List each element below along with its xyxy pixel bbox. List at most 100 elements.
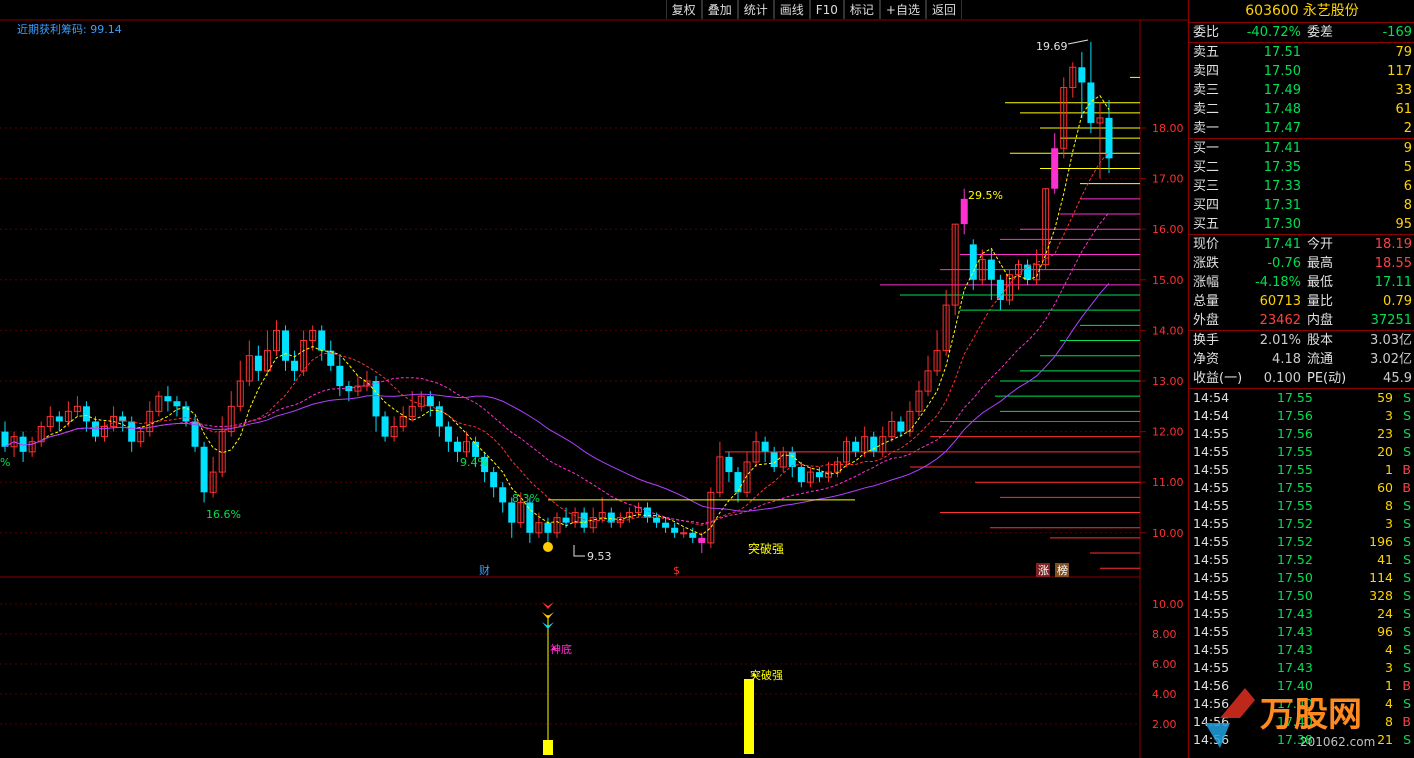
tick-volume: 24 (1377, 606, 1393, 621)
statistics-button[interactable]: 统计 (737, 0, 774, 19)
candle-body (960, 198, 968, 225)
level-price: 17.41 (1263, 141, 1301, 156)
tick-direction: S (1403, 390, 1411, 405)
tick-time: 14:55 (1193, 426, 1230, 441)
price-axis-label: 14.00 (1152, 324, 1184, 337)
level-label: 买五 (1193, 217, 1220, 232)
tick-volume: 59 (1377, 390, 1393, 405)
high-price-label: 19.69 (1036, 40, 1068, 53)
tick-direction: S (1403, 426, 1411, 441)
percent-label: 9.4% (460, 456, 488, 469)
level-label: 买一 (1193, 141, 1220, 156)
fundamental-value-2: 3.02亿 (1370, 352, 1412, 367)
level-volume: 33 (1395, 83, 1412, 98)
level-price: 17.47 (1263, 121, 1301, 136)
fundamental-row: 收益(一) 0.100 PE(动) 45.9 (1189, 369, 1414, 388)
fundamental-value-2: 3.03亿 (1370, 333, 1412, 348)
candle-body (381, 416, 389, 437)
candle-body (852, 441, 860, 452)
candle-body (1024, 264, 1032, 280)
tick-time: 14:54 (1193, 390, 1230, 405)
candle-body (336, 365, 344, 387)
tick-row: 14:55 17.52 196 S (1189, 533, 1414, 551)
tick-row: 14:55 17.43 3 S (1189, 659, 1414, 677)
tick-price: 17.55 (1277, 480, 1313, 495)
dividend-marker: $ (673, 564, 680, 577)
candle-body (996, 279, 1004, 301)
level-volume: 79 (1395, 45, 1412, 60)
wei-bi-label: 委比 (1193, 25, 1220, 40)
draw-line-button[interactable]: 画线 (773, 0, 810, 19)
tick-direction: S (1403, 516, 1411, 531)
ask-row: 卖一 17.47 2 (1189, 119, 1414, 138)
watermark: 万股网 201062.com (1205, 688, 1375, 749)
tick-price: 17.50 (1277, 588, 1313, 603)
candle-body (987, 259, 995, 280)
tick-price: 17.55 (1277, 390, 1313, 405)
tick-price: 17.56 (1277, 408, 1313, 423)
tick-direction: S (1403, 552, 1411, 567)
candle-body (182, 406, 190, 422)
quote-label: 现价 (1193, 237, 1220, 252)
candle-body (55, 416, 63, 422)
candle-body (761, 441, 769, 452)
level-price: 17.51 (1263, 45, 1301, 60)
bid-row: 买五 17.30 95 (1189, 215, 1414, 234)
quote-value: -4.18% (1255, 275, 1301, 290)
tick-time: 14:55 (1193, 480, 1230, 495)
percent-label: 16.6% (206, 508, 241, 521)
ask-row: 卖二 17.48 61 (1189, 100, 1414, 119)
tick-volume: 114 (1369, 570, 1393, 585)
ask-section: 卖五 17.51 79 卖四 17.50 117 卖三 17.49 33 卖二 17.48 61 卖一 1… (1189, 43, 1414, 139)
tick-volume: 1 (1385, 462, 1393, 477)
candle-body (734, 472, 742, 493)
fundamental-label: 净资 (1193, 352, 1220, 367)
fundamental-label-2: 流通 (1307, 352, 1334, 367)
tick-direction: S (1403, 534, 1411, 549)
candle-body (544, 522, 552, 533)
tick-volume: 60 (1377, 480, 1393, 495)
overlay-button[interactable]: 叠加 (701, 0, 738, 19)
tick-time: 14:55 (1193, 552, 1230, 567)
sub-axis-label: 10.00 (1152, 598, 1184, 611)
add-watchlist-button[interactable]: +自选 (879, 0, 926, 19)
tick-price: 17.43 (1277, 642, 1313, 657)
chart-area[interactable]: 18.00 17.00 16.00 15.00 14.00 13.00 12.00 11.00… (0, 0, 1188, 758)
percent-label: % (0, 456, 10, 469)
candle-body (372, 381, 380, 417)
tick-volume: 3 (1385, 408, 1393, 423)
bid-section: 买一 17.41 9 买二 17.35 5 买三 17.33 6 买四 17.31 8 买五 17.30 9… (1189, 139, 1414, 235)
tick-price: 17.43 (1277, 624, 1313, 639)
candle-body (82, 406, 90, 422)
mark-button[interactable]: 标记 (843, 0, 880, 19)
f10-button[interactable]: F10 (809, 0, 844, 19)
candle-body (318, 330, 326, 351)
tick-direction: S (1403, 444, 1411, 459)
tick-direction: B (1402, 462, 1411, 477)
level-label: 买二 (1193, 160, 1220, 175)
candle-body (725, 456, 733, 473)
candle-body (662, 522, 670, 528)
back-button[interactable]: 返回 (925, 0, 962, 19)
candle-body (291, 360, 299, 371)
watermark-logo-icon (1205, 688, 1255, 748)
price-axis-label: 15.00 (1152, 274, 1184, 287)
wei-cha-value: -169 (1382, 25, 1412, 40)
adjust-button[interactable]: 复权 (665, 0, 702, 19)
signal-bar (543, 740, 553, 755)
bid-row: 买二 17.35 5 (1189, 158, 1414, 177)
kline-chart[interactable]: 18.00 17.00 16.00 15.00 14.00 13.00 12.00 11.00… (0, 0, 1188, 758)
ask-row: 卖四 17.50 117 (1189, 62, 1414, 81)
percent-label: 8.3% (512, 492, 540, 505)
quote-value-2: 18.55 (1374, 256, 1412, 271)
tick-direction: S (1403, 624, 1411, 639)
fundamental-value-2: 45.9 (1383, 371, 1412, 386)
quote-value-2: 18.19 (1374, 237, 1412, 252)
level-price: 17.33 (1263, 179, 1301, 194)
tick-direction: S (1403, 408, 1411, 423)
tick-price: 17.43 (1277, 660, 1313, 675)
percent-label: 29.5% (968, 189, 1003, 202)
sub-axis-label: 6.00 (1152, 658, 1177, 671)
quote-label-2: 最高 (1307, 256, 1334, 271)
candle-body (788, 451, 796, 468)
